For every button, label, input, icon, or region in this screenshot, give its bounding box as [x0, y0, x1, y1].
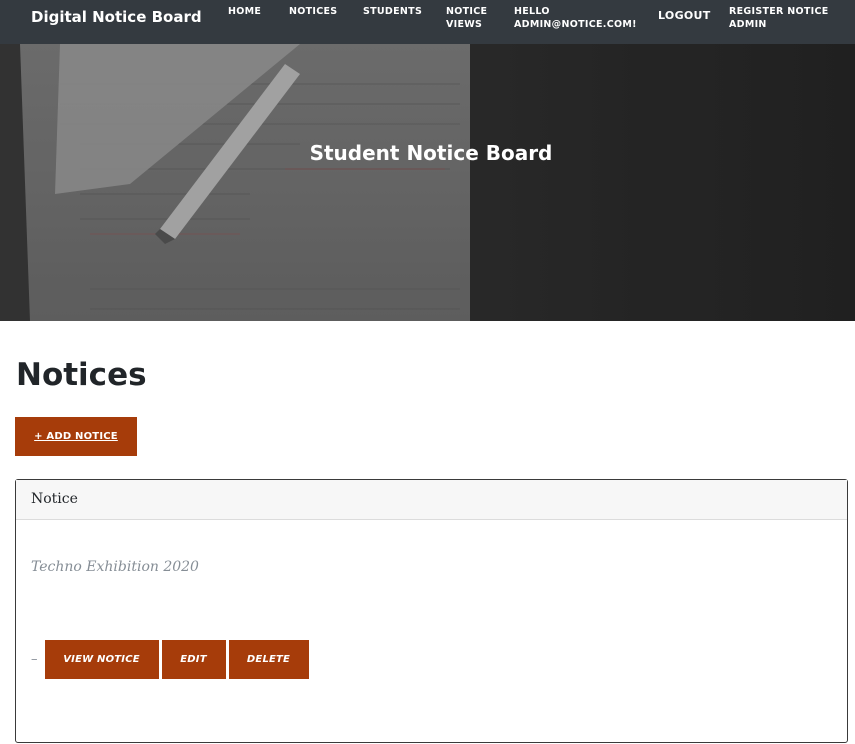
- nav-notice-views-label-2: VIEWS: [446, 19, 483, 30]
- view-notice-button[interactable]: VIEW NOTICE: [44, 640, 159, 679]
- nav-notice-views-label-1: NOTICE: [446, 6, 488, 17]
- card-header: Notice: [16, 480, 847, 520]
- notice-card: Notice Techno Exhibition 2020 – VIEW NOT…: [15, 479, 848, 743]
- nav-home-label: HOME: [228, 6, 262, 17]
- nav-user-greeting[interactable]: HELLO ADMIN@NOTICE.COM!: [514, 5, 637, 31]
- nav-notices-label: NOTICES: [289, 6, 338, 17]
- nav-register-admin-label-1: REGISTER NOTICE: [729, 6, 829, 17]
- nav-user-greeting-label-2: ADMIN@NOTICE.COM!: [514, 19, 637, 30]
- nav-logout[interactable]: LOGOUT: [658, 9, 711, 22]
- notice-title: Techno Exhibition 2020: [31, 559, 199, 575]
- hero-title: Student Notice Board: [309, 141, 553, 165]
- nav-register-admin[interactable]: REGISTER NOTICE ADMIN: [729, 5, 829, 31]
- nav-register-admin-label-2: ADMIN: [729, 19, 767, 30]
- navbar: Digital Notice Board HOME NOTICES STUDEN…: [0, 0, 855, 44]
- list-dash: –: [31, 652, 38, 667]
- page-title: Notices: [16, 357, 147, 393]
- brand-link[interactable]: Digital Notice Board: [31, 8, 202, 26]
- delete-button[interactable]: DELETE: [228, 640, 309, 679]
- notice-actions: – VIEW NOTICE EDIT DELETE: [31, 640, 312, 679]
- nav-students[interactable]: STUDENTS: [363, 5, 422, 18]
- hero-banner: Student Notice Board: [0, 44, 855, 321]
- nav-user-greeting-label-1: HELLO: [514, 6, 550, 17]
- nav-students-label: STUDENTS: [363, 6, 423, 17]
- hero-background-image: [0, 44, 855, 321]
- nav-notice-views[interactable]: NOTICE VIEWS: [446, 5, 487, 31]
- nav-notices[interactable]: NOTICES: [289, 5, 337, 18]
- nav-logout-label: LOGOUT: [658, 9, 711, 22]
- edit-button[interactable]: EDIT: [161, 640, 226, 679]
- nav-home[interactable]: HOME: [228, 5, 261, 18]
- add-notice-button[interactable]: + ADD NOTICE: [15, 417, 137, 456]
